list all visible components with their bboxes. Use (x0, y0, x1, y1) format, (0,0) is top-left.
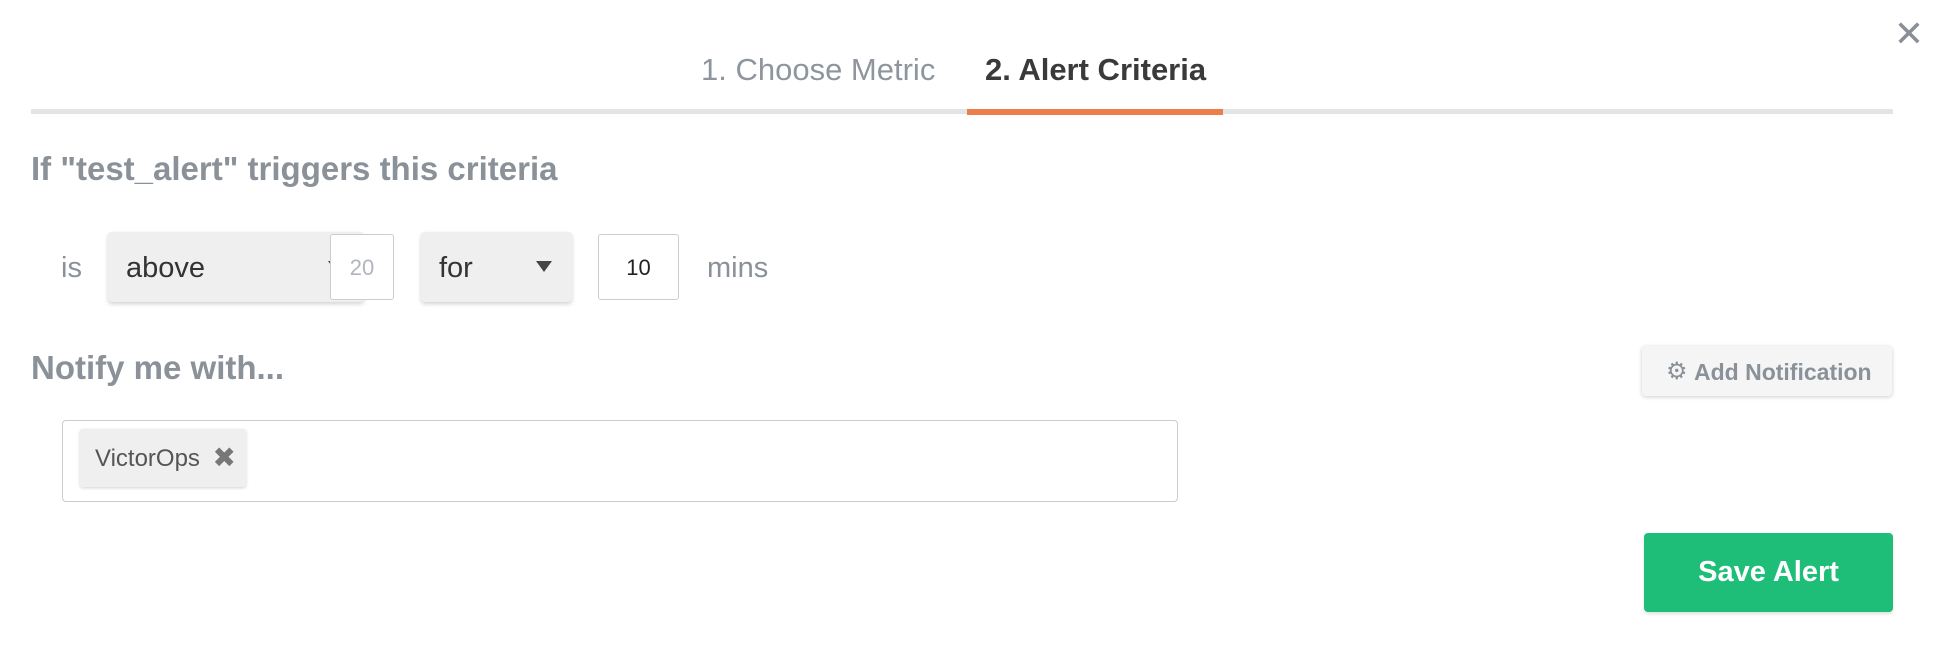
mins-label: mins (707, 252, 769, 284)
window-select-value: for (439, 252, 473, 284)
save-alert-button[interactable]: Save Alert (1644, 533, 1893, 612)
notification-tag: VictorOps ✖ (80, 429, 246, 487)
add-notification-label: Add Notification (1694, 359, 1872, 385)
active-tab-indicator (967, 109, 1223, 115)
tab-alert-criteria[interactable]: 2. Alert Criteria (985, 52, 1206, 88)
notification-tag-label: VictorOps (95, 445, 200, 472)
criteria-title: If "test_alert" triggers this criteria (31, 150, 558, 187)
wizard-tabs: 1. Choose Metric 2. Alert Criteria (31, 0, 1893, 118)
remove-icon[interactable]: ✖ (213, 441, 236, 474)
threshold-input[interactable]: 20 (330, 234, 394, 300)
comparison-select-value: above (126, 252, 206, 284)
duration-input[interactable]: 10 (598, 234, 679, 300)
is-label: is (61, 252, 82, 284)
close-icon[interactable]: ✕ (1894, 16, 1924, 52)
caret-down-icon (536, 261, 552, 272)
window-select[interactable]: for (421, 232, 572, 302)
tab-choose-metric[interactable]: 1. Choose Metric (701, 52, 935, 88)
gear-icon: ⚙ (1666, 358, 1688, 385)
notify-title: Notify me with... (31, 349, 285, 386)
comparison-select[interactable]: above (108, 232, 364, 302)
add-notification-button[interactable]: ⚙ Add Notification (1642, 346, 1892, 396)
notification-tags-input[interactable]: VictorOps ✖ (62, 420, 1178, 502)
tab-track (31, 109, 1893, 114)
